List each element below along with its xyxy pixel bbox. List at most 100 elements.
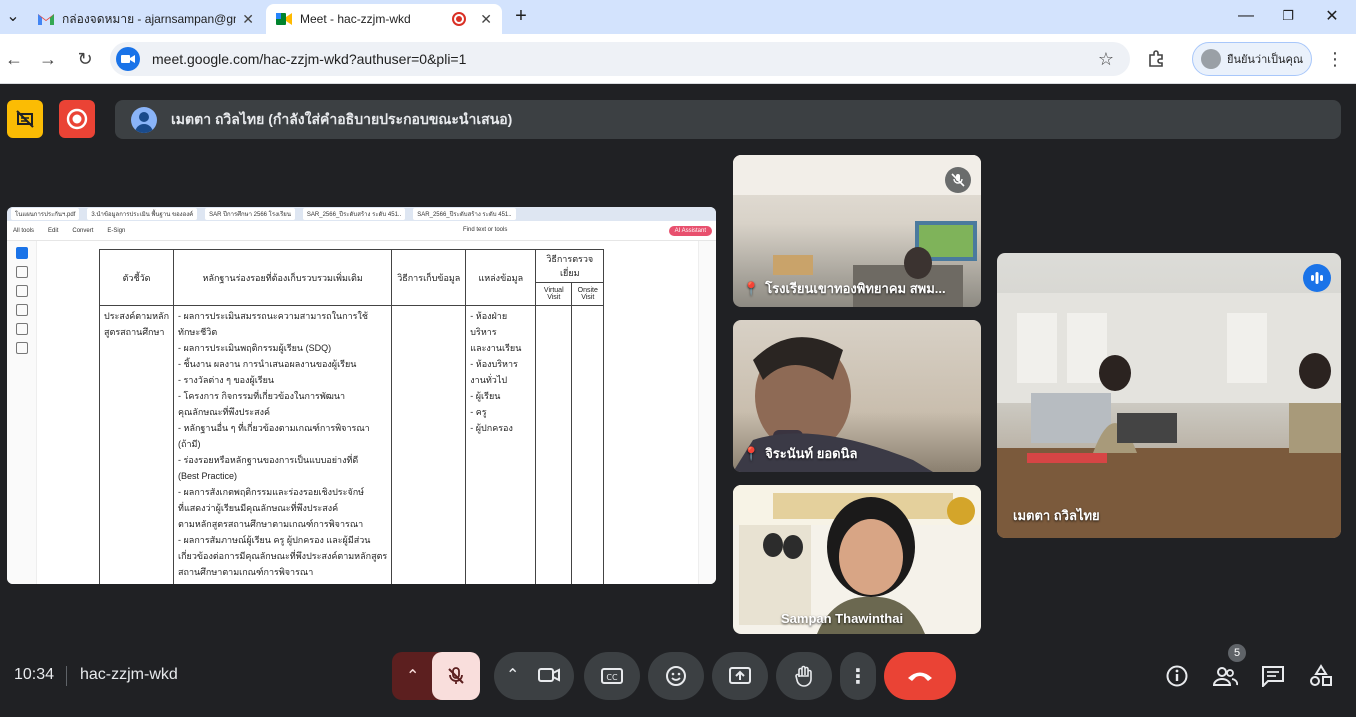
recording-button[interactable] [59,100,95,138]
pdf-table: ตัวชี้วัด หลักฐานร่องรอยที่ต้องเก็บรวบรว… [98,249,605,584]
participant-name: 📍 จิระนันท์ ยอดนิล [743,443,857,464]
pin-icon[interactable]: 📍 [743,281,759,296]
meet-icon [276,11,292,27]
header-onsite: Onsite Visit [571,282,605,306]
cell-line: - หลักฐานอื่น ๆ ที่เกี่ยวข้องตามเกณฑ์การ… [178,423,370,433]
video-tile-sampan[interactable]: Sampan Thawinthai [733,485,981,634]
video-tile-school[interactable]: 📍 โรงเรียนเขาทองพิทยาคม สพม... [733,155,981,307]
captions-icon: CC [601,668,623,684]
cell-line: คุณลักษณะที่พึงประสงค์ [178,407,271,417]
cell-line: - ผลการประเมินสมรรถนะความสามารถในการใช้ [178,311,368,321]
tab-gmail[interactable]: กล่องจดหมาย - ajarnsampan@gm ✕ [28,4,264,34]
pen-tool-icon [15,285,28,297]
cell-line: - ผู้ปกครอง [470,423,513,433]
video-tile-mettata[interactable]: เมตตา ถวิลไทย [997,253,1341,538]
camera-icon [538,668,560,682]
camera-control-group: ⌃ [494,652,574,700]
new-tab-icon[interactable]: + [512,4,530,28]
close-window-icon[interactable]: ✕ [1322,4,1342,28]
source-cell: - ห้องฝ่าย บริหาร และงานเรียน - ห้องบริห… [465,305,537,584]
speaking-indicator-icon [1303,264,1331,292]
video-tile-jiranun[interactable]: 📍 จิระนันท์ ยอดนิล [733,320,981,472]
tab-meet[interactable]: Meet - hac-zzjm-wkd ✕ [266,4,502,34]
close-tab-icon[interactable]: ✕ [242,11,254,28]
cell-line: ประสงค์ตามหลัก [104,311,170,321]
stop-captions-button[interactable] [7,100,43,138]
extensions-icon[interactable] [1144,47,1168,71]
restore-icon[interactable]: ❐ [1278,4,1298,28]
participant-name: เมตตา ถวิลไทย [1013,505,1100,526]
back-icon[interactable]: ← [2,47,26,71]
present-button[interactable] [712,652,768,700]
comment-tool-icon [15,266,28,278]
tab-search-chevron-icon[interactable]: ⌄ [4,4,22,28]
chrome-menu-icon[interactable]: ⋮ [1323,47,1347,71]
presenter-avatar-icon [131,106,157,133]
hand-icon [795,665,812,687]
activities-icon[interactable] [1305,660,1337,692]
cell-line: งานทั่วไป [470,375,508,385]
cell-line: สูตรสถานศึกษา [104,327,165,337]
cursor-tool-icon [15,247,28,259]
pin-icon[interactable]: 📍 [743,446,759,461]
cell-line: - รางวัลต่าง ๆ ของผู้เรียน [178,375,275,385]
reactions-button[interactable] [648,652,704,700]
avatar [1201,49,1221,69]
tab-title: Meet - hac-zzjm-wkd [300,12,411,26]
more-options-icon[interactable]: ⋮ [840,652,876,700]
site-info-icon[interactable] [116,47,140,71]
tab-title: กล่องจดหมาย - ajarnsampan@gm [62,11,237,26]
mic-toggle-button[interactable] [432,652,480,700]
captions-button[interactable]: CC [584,652,640,700]
shared-tab: 3.นำข้อมูลการประเมิน พื้นฐาน ขององค์ [87,208,198,220]
cell-line: บริหาร [470,327,497,337]
pdf-menu-item: Convert [72,227,94,234]
participant-name: 📍 โรงเรียนเขาทองพิทยาคม สพม... [743,278,946,299]
record-icon [66,108,88,130]
cell-line: ที่แสดงว่าผู้เรียนมีคุณลักษณะที่พึงประสง… [178,503,339,513]
participant-name-text: Sampan Thawinthai [781,611,904,626]
meeting-info-icon[interactable] [1161,660,1193,692]
presenter-banner: เมตตา ถวิลไทย (กำลังใส่คำอธิบายประกอบขณะ… [115,100,1341,139]
shared-pdf-menu: All tools Edit Convert E-Sign Find text … [7,221,716,241]
participant-name-text: โรงเรียนเขาทองพิทยาคม สพม... [765,281,946,296]
chat-icon[interactable] [1257,660,1289,692]
url-text: meet.google.com/hac-zzjm-wkd?authuser=0&… [152,51,467,67]
browser-tab-bar: ⌄ กล่องจดหมาย - ajarnsampan@gm ✕ Meet - … [0,0,1356,34]
cell-line: - ผลการสัมภาษณ์ผู้เรียน ครู ผู้ปกครอง แล… [178,535,371,545]
meeting-code: hac-zzjm-wkd [80,666,178,683]
end-call-button[interactable] [884,652,956,700]
participant-name-text: จิระนันท์ ยอดนิล [765,446,858,461]
cell-line: - ห้องบริหาร [470,359,518,369]
muted-mic-icon [945,167,971,193]
mic-options-chevron-icon[interactable]: ⌃ [406,666,419,686]
mic-control-group: ⌃ [392,652,480,700]
participant-name-text: เมตตา ถวิลไทย [1013,508,1100,523]
shared-browser-tabs: โนแผนการประกันฯ.pdf 3.นำข้อมูลการประเมิน… [7,207,716,221]
cell-line: เกี่ยวข้องต่อการมีคุณลักษณะที่พึงประสงค์… [178,551,388,561]
cell-line: - ครู [470,407,487,417]
forward-icon[interactable]: → [36,47,60,71]
reload-icon[interactable]: ↻ [73,47,97,71]
camera-button[interactable] [538,666,560,689]
raise-hand-button[interactable] [776,652,832,700]
header-indicator: ตัวชี้วัด [98,249,175,306]
bookmark-star-icon[interactable]: ☆ [1098,49,1114,70]
cell-line: - โครงการ กิจกรรมที่เกี่ยวข้องในการพัฒนา [178,391,346,401]
people-icon[interactable] [1209,660,1241,692]
pdf-menu-item: All tools [13,227,35,234]
camera-options-chevron-icon[interactable]: ⌃ [506,665,519,685]
svg-text:CC: CC [606,673,618,682]
indicator-cell: ประสงค์ตามหลัก สูตรสถานศึกษา [98,305,175,584]
close-tab-icon[interactable]: ✕ [480,11,492,28]
mic-off-icon [448,667,464,684]
shared-screen: โนแผนการประกันฯ.pdf 3.นำข้อมูลการประเมิน… [7,207,716,584]
divider [66,666,67,686]
cell-line: และงานเรียน [470,343,522,353]
minimize-icon[interactable]: — [1236,4,1256,28]
cell-line: สถานศึกษาตามเกณฑ์การพิจารณา [178,567,314,577]
no-video-icon [16,110,34,128]
omnibox[interactable]: meet.google.com/hac-zzjm-wkd?authuser=0&… [110,42,1130,76]
profile-verify-button[interactable]: ยืนยันว่าเป็นคุณ [1192,42,1312,76]
video-feed-mettata [997,293,1341,538]
